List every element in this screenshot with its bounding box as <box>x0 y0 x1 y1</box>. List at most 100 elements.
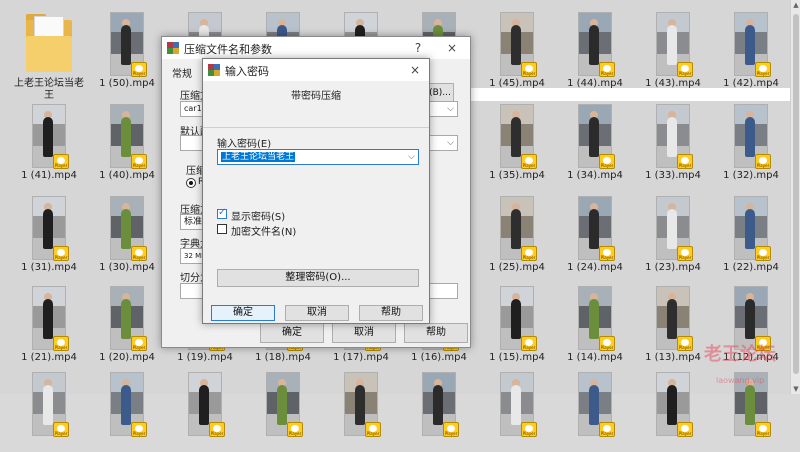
player-icon: Player <box>755 246 771 261</box>
video-tile[interactable]: Player 1 (41).mp4 <box>10 96 88 184</box>
video-tile[interactable]: Player 1 (21).mp4 <box>10 278 88 366</box>
split-unit-select[interactable] <box>426 283 458 299</box>
video-tile[interactable]: Player 1 (30).mp4 <box>88 188 166 276</box>
video-tile[interactable]: Player 1 (15).mp4 <box>478 278 556 366</box>
player-icon: Player <box>677 422 693 437</box>
file-name: 1 (44).mp4 <box>567 78 623 89</box>
player-icon: Player <box>443 422 459 437</box>
video-tile[interactable]: Player 1 (23).mp4 <box>634 188 712 276</box>
video-tile[interactable]: Player <box>634 364 712 452</box>
radio-rar[interactable] <box>186 178 196 188</box>
file-name: 1 (24).mp4 <box>567 262 623 273</box>
archive-cancel-button[interactable]: 取消 <box>332 323 396 343</box>
video-tile[interactable]: Player 1 (50).mp4 <box>88 4 166 92</box>
file-name: 1 (33).mp4 <box>645 170 701 181</box>
video-tile[interactable]: Player 1 (44).mp4 <box>556 4 634 92</box>
file-name: 1 (16).mp4 <box>411 352 467 363</box>
archive-dialog-title: 压缩文件名和参数 <box>184 43 272 56</box>
password-help-button[interactable]: 帮助 <box>359 305 423 321</box>
password-dialog-header: 带密码压缩 <box>203 81 429 127</box>
file-name: 1 (50).mp4 <box>99 78 155 89</box>
close-icon[interactable]: × <box>407 62 423 78</box>
video-tile[interactable]: Player <box>478 364 556 452</box>
tab-general[interactable]: 常规 <box>172 65 192 80</box>
show-password-checkbox[interactable] <box>217 207 227 219</box>
folder-icon <box>26 14 72 72</box>
scroll-down-icon[interactable]: ▼ <box>791 384 800 394</box>
player-icon: Player <box>131 422 147 437</box>
video-tile[interactable]: Player 1 (42).mp4 <box>712 4 790 92</box>
video-tile[interactable]: Player 1 (35).mp4 <box>478 96 556 184</box>
chevron-down-icon: ⌵ <box>447 104 454 114</box>
player-icon: Player <box>53 336 69 351</box>
archive-dialog-titlebar: 压缩文件名和参数 ? × <box>162 37 470 59</box>
video-tile[interactable]: Player 1 (24).mp4 <box>556 188 634 276</box>
watermark-text: 老王论坛 <box>704 344 776 365</box>
player-icon: Player <box>599 246 615 261</box>
file-name: 1 (14).mp4 <box>567 352 623 363</box>
scrollbar-thumb[interactable] <box>793 14 799 374</box>
file-name: 1 (25).mp4 <box>489 262 545 273</box>
video-tile[interactable]: Player 1 (40).mp4 <box>88 96 166 184</box>
video-tile[interactable]: Player <box>400 364 478 452</box>
video-tile[interactable]: Player <box>322 364 400 452</box>
player-icon: Player <box>53 246 69 261</box>
folder-item[interactable]: 上老王论坛当老王 <box>10 4 88 101</box>
video-tile[interactable]: Player 1 (31).mp4 <box>10 188 88 276</box>
file-name: 1 (42).mp4 <box>723 78 779 89</box>
browse-button[interactable]: (B)... <box>426 83 454 103</box>
video-tile[interactable]: Player 1 (14).mp4 <box>556 278 634 366</box>
file-name: 1 (43).mp4 <box>645 78 701 89</box>
video-tile[interactable]: Player 1 (25).mp4 <box>478 188 556 276</box>
organize-passwords-button[interactable]: 整理密码(O)... <box>217 269 419 287</box>
video-tile[interactable]: Player <box>166 364 244 452</box>
file-name: 1 (15).mp4 <box>489 352 545 363</box>
video-tile[interactable]: Player 1 (32).mp4 <box>712 96 790 184</box>
chevron-down-icon[interactable]: ⌵ <box>408 150 415 164</box>
help-icon[interactable]: ? <box>410 40 426 56</box>
vertical-scrollbar[interactable]: ▲ ▼ <box>790 0 800 394</box>
player-icon: Player <box>755 62 771 77</box>
close-icon[interactable]: × <box>444 40 460 56</box>
video-tile[interactable]: Player 1 (13).mp4 <box>634 278 712 366</box>
password-value: 上老王论坛当老王 <box>221 152 296 162</box>
password-cancel-button[interactable]: 取消 <box>285 305 349 321</box>
video-tile[interactable]: Player <box>556 364 634 452</box>
video-tile[interactable]: Player 1 (45).mp4 <box>478 4 556 92</box>
password-dialog: 输入密码 × 带密码压缩 输入密码(E) 上老王论坛当老王 ⌵ 显示密码(S) … <box>202 58 430 324</box>
scroll-up-icon[interactable]: ▲ <box>791 0 800 10</box>
update-mode-select[interactable]: ⌵ <box>426 135 458 151</box>
password-ok-button[interactable]: 确定 <box>211 305 275 321</box>
winrar-icon <box>208 64 220 76</box>
player-icon: Player <box>131 154 147 169</box>
video-tile[interactable]: Player 1 (33).mp4 <box>634 96 712 184</box>
video-tile[interactable]: Player 1 (34).mp4 <box>556 96 634 184</box>
file-name: 1 (32).mp4 <box>723 170 779 181</box>
file-name: 1 (41).mp4 <box>21 170 77 181</box>
video-tile[interactable]: Player 1 (22).mp4 <box>712 188 790 276</box>
password-input[interactable]: 上老王论坛当老王 ⌵ <box>217 149 419 165</box>
password-dialog-titlebar: 输入密码 × <box>203 59 429 81</box>
player-icon: Player <box>677 336 693 351</box>
file-name: 1 (17).mp4 <box>333 352 389 363</box>
file-name: 1 (31).mp4 <box>21 262 77 273</box>
encrypt-filenames-checkbox[interactable] <box>217 224 227 234</box>
player-icon: Player <box>53 154 69 169</box>
file-name: 1 (23).mp4 <box>645 262 701 273</box>
archive-help-button[interactable]: 帮助 <box>404 323 468 343</box>
video-tile[interactable]: Player 1 (20).mp4 <box>88 278 166 366</box>
video-tile[interactable]: Player <box>244 364 322 452</box>
file-name: 1 (40).mp4 <box>99 170 155 181</box>
video-tile[interactable]: Player 1 (43).mp4 <box>634 4 712 92</box>
player-icon: Player <box>599 422 615 437</box>
archive-ok-button[interactable]: 确定 <box>260 323 324 343</box>
file-name: 1 (21).mp4 <box>21 352 77 363</box>
player-icon: Player <box>599 62 615 77</box>
player-icon: Player <box>677 154 693 169</box>
divider <box>203 127 429 128</box>
player-icon: Player <box>521 154 537 169</box>
archive-name-dropdown[interactable]: ⌵ <box>426 101 458 117</box>
video-tile[interactable]: Player <box>88 364 166 452</box>
file-name: 1 (22).mp4 <box>723 262 779 273</box>
video-tile[interactable]: Player <box>10 364 88 452</box>
